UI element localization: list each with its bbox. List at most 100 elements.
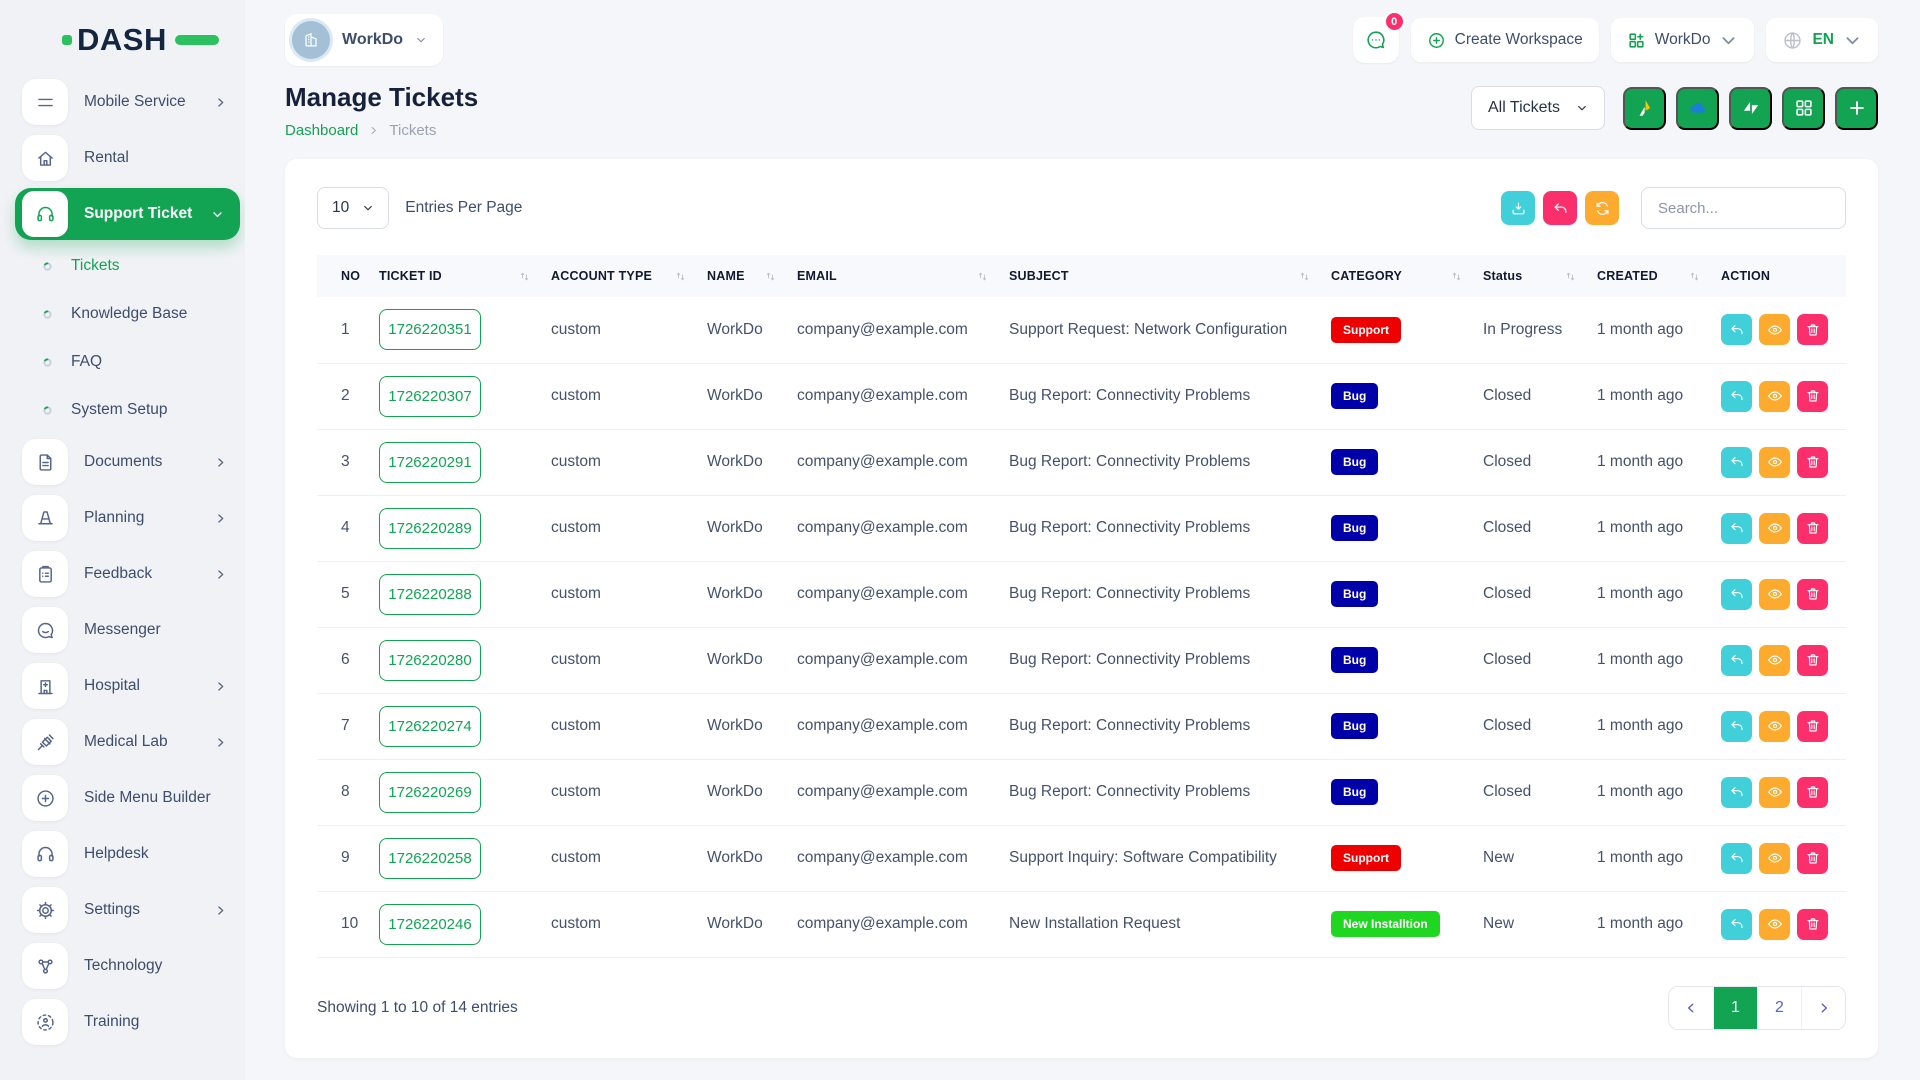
column-header-status[interactable]: Status xyxy=(1473,255,1587,297)
cell-category: Bug xyxy=(1321,495,1473,561)
sidebar-item-side-menu-builder[interactable]: Side Menu Builder xyxy=(0,770,245,826)
cell-subject: Bug Report: Connectivity Problems xyxy=(999,561,1321,627)
row-trash-button[interactable] xyxy=(1797,314,1828,345)
ticket-id-button[interactable]: 1726220280 xyxy=(379,640,481,681)
column-header-created[interactable]: CREATED xyxy=(1587,255,1711,297)
row-eye-button[interactable] xyxy=(1759,579,1790,610)
workdo-menu-button[interactable]: WorkDo xyxy=(1611,18,1755,62)
ticket-id-button[interactable]: 1726220246 xyxy=(379,904,481,945)
control-button-download[interactable] xyxy=(1501,191,1535,225)
row-eye-button[interactable] xyxy=(1759,777,1790,808)
row-eye-button[interactable] xyxy=(1759,314,1790,345)
name-text: WorkDo xyxy=(707,651,763,668)
row-trash-button[interactable] xyxy=(1797,381,1828,412)
sidebar-subitem-faq[interactable]: FAQ xyxy=(0,338,245,386)
control-button-refresh[interactable] xyxy=(1585,191,1619,225)
row-reply-button[interactable] xyxy=(1721,447,1752,478)
sidebar-item-feedback[interactable]: Feedback xyxy=(0,546,245,602)
column-header-subject[interactable]: SUBJECT xyxy=(999,255,1321,297)
sidebar-subitem-system-setup[interactable]: System Setup xyxy=(0,386,245,434)
sidebar-item-training[interactable]: Training xyxy=(0,994,245,1050)
eye-icon xyxy=(1767,784,1783,800)
ticket-id-button[interactable]: 1726220288 xyxy=(379,574,481,615)
sidebar-item-planning[interactable]: Planning xyxy=(0,490,245,546)
row-eye-button[interactable] xyxy=(1759,645,1790,676)
row-reply-button[interactable] xyxy=(1721,645,1752,676)
pagination-next-button[interactable] xyxy=(1801,987,1845,1029)
sidebar-item-support-ticket[interactable]: Support Ticket xyxy=(15,188,240,240)
status-text: Closed xyxy=(1483,453,1531,470)
sidebar-item-mobile-service[interactable]: Mobile Service xyxy=(0,74,245,130)
control-button-undo[interactable] xyxy=(1543,191,1577,225)
tool-button-grid[interactable] xyxy=(1782,87,1825,130)
pagination-prev-button[interactable] xyxy=(1669,987,1713,1029)
workspace-avatar xyxy=(292,21,330,59)
row-eye-button[interactable] xyxy=(1759,843,1790,874)
cell-no: 2 xyxy=(317,363,369,429)
sidebar-item-messenger[interactable]: Messenger xyxy=(0,602,245,658)
row-reply-button[interactable] xyxy=(1721,909,1752,940)
column-header-ticket-id[interactable]: TICKET ID xyxy=(369,255,541,297)
sidebar-item-documents[interactable]: Documents xyxy=(0,434,245,490)
sidebar-item-medical-lab[interactable]: Medical Lab xyxy=(0,714,245,770)
breadcrumb-dashboard-link[interactable]: Dashboard xyxy=(285,122,358,139)
chevron-down-icon xyxy=(1843,31,1862,50)
pagination-page-2[interactable]: 2 xyxy=(1757,987,1801,1029)
row-trash-button[interactable] xyxy=(1797,843,1828,874)
entries-per-page-select[interactable]: 10 xyxy=(317,187,389,229)
ticket-id-button[interactable]: 1726220289 xyxy=(379,508,481,549)
row-eye-button[interactable] xyxy=(1759,909,1790,940)
row-reply-button[interactable] xyxy=(1721,579,1752,610)
ticket-id-button[interactable]: 1726220274 xyxy=(379,706,481,747)
column-header-account-type[interactable]: ACCOUNT TYPE xyxy=(541,255,697,297)
workspace-selector[interactable]: WorkDo xyxy=(285,14,443,66)
row-reply-button[interactable] xyxy=(1721,381,1752,412)
pagination-page-1[interactable]: 1 xyxy=(1713,987,1757,1029)
sidebar-item-technology[interactable]: Technology xyxy=(0,938,245,994)
trash-icon xyxy=(1805,916,1821,932)
ticket-filter-select[interactable]: All Tickets xyxy=(1471,86,1605,130)
sidebar-item-hospital[interactable]: Hospital xyxy=(0,658,245,714)
row-trash-button[interactable] xyxy=(1797,777,1828,808)
row-trash-button[interactable] xyxy=(1797,711,1828,742)
row-reply-button[interactable] xyxy=(1721,711,1752,742)
row-trash-button[interactable] xyxy=(1797,579,1828,610)
sidebar-item-rental[interactable]: Rental xyxy=(0,130,245,186)
row-reply-button[interactable] xyxy=(1721,843,1752,874)
sidebar-item-settings[interactable]: Settings xyxy=(0,882,245,938)
row-eye-button[interactable] xyxy=(1759,447,1790,478)
row-trash-button[interactable] xyxy=(1797,645,1828,676)
ticket-id-button[interactable]: 1726220351 xyxy=(379,309,481,350)
sidebar-subitem-tickets[interactable]: Tickets xyxy=(0,242,245,290)
row-reply-button[interactable] xyxy=(1721,314,1752,345)
messages-button[interactable]: 0 xyxy=(1353,17,1399,63)
row-trash-button[interactable] xyxy=(1797,447,1828,478)
row-eye-button[interactable] xyxy=(1759,513,1790,544)
breadcrumb: Dashboard Tickets xyxy=(285,122,478,139)
row-eye-button[interactable] xyxy=(1759,711,1790,742)
tool-button-plus[interactable] xyxy=(1835,87,1878,130)
tool-button-onedrive[interactable] xyxy=(1676,87,1719,130)
create-workspace-button[interactable]: Create Workspace xyxy=(1411,18,1599,62)
row-reply-button[interactable] xyxy=(1721,777,1752,808)
row-trash-button[interactable] xyxy=(1797,909,1828,940)
column-header-name[interactable]: NAME xyxy=(697,255,787,297)
ticket-id-button[interactable]: 1726220269 xyxy=(379,772,481,813)
ticket-id-button[interactable]: 1726220307 xyxy=(379,376,481,417)
ticket-id-button[interactable]: 1726220291 xyxy=(379,442,481,483)
row-reply-button[interactable] xyxy=(1721,513,1752,544)
column-header-category[interactable]: CATEGORY xyxy=(1321,255,1473,297)
ticket-id-button[interactable]: 1726220258 xyxy=(379,838,481,879)
brand-logo[interactable]: DASH xyxy=(0,16,245,64)
tool-button-zendesk[interactable] xyxy=(1729,87,1772,130)
row-trash-button[interactable] xyxy=(1797,513,1828,544)
column-header-email[interactable]: EMAIL xyxy=(787,255,999,297)
sidebar-item-helpdesk[interactable]: Helpdesk xyxy=(0,826,245,882)
search-input[interactable] xyxy=(1641,187,1846,229)
language-selector[interactable]: EN xyxy=(1766,18,1878,62)
tool-button-adsense[interactable] xyxy=(1623,87,1666,130)
row-eye-button[interactable] xyxy=(1759,381,1790,412)
trash-icon xyxy=(1805,850,1821,866)
sidebar-subitem-knowledge-base[interactable]: Knowledge Base xyxy=(0,290,245,338)
cell-status: Closed xyxy=(1473,429,1587,495)
